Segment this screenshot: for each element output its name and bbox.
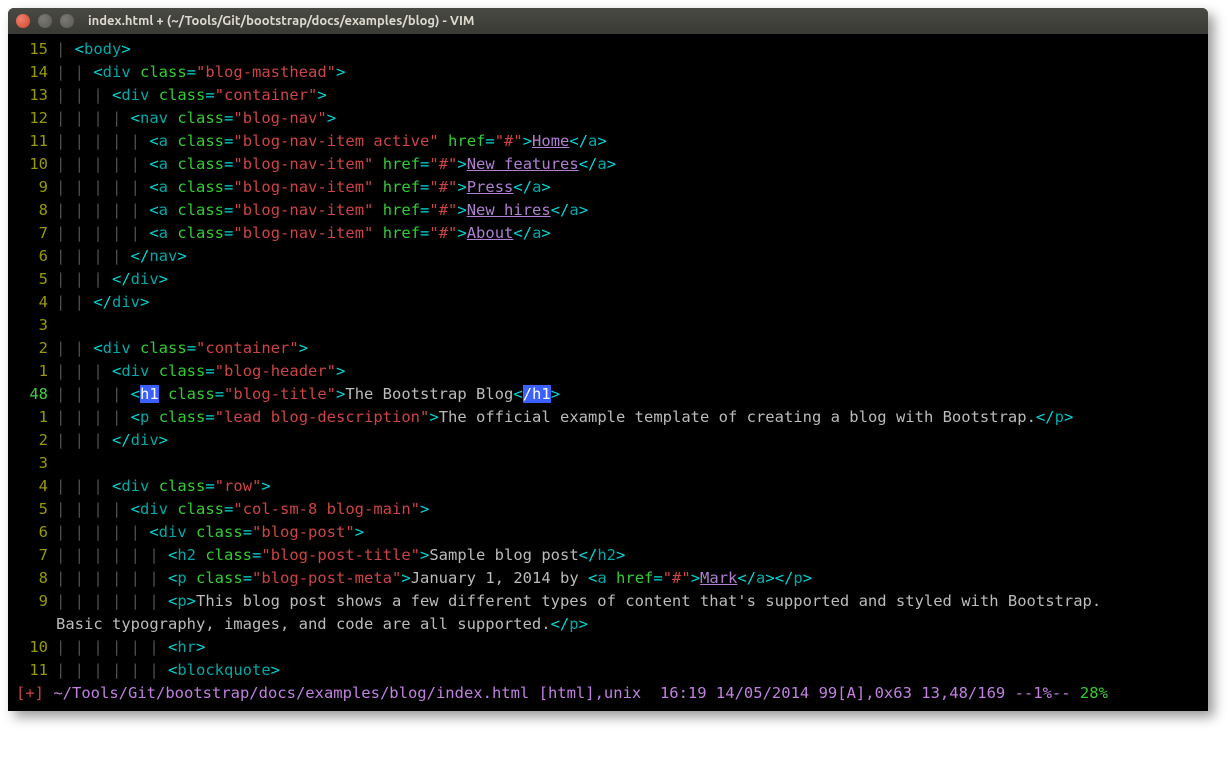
line-number: 6: [8, 521, 56, 544]
code-content: | | | | | | <p class="blog-post-meta">Ja…: [56, 567, 1208, 590]
percent-1: --1%--: [1015, 684, 1071, 702]
minimize-icon[interactable]: [38, 14, 52, 28]
line-number: 6: [8, 245, 56, 268]
code-line[interactable]: 10| | | | | | <hr>: [8, 636, 1208, 659]
line-number: 3: [8, 314, 56, 337]
code-line[interactable]: 7| | | | | | <h2 class="blog-post-title"…: [8, 544, 1208, 567]
code-content: | | <div class="blog-masthead">: [56, 61, 1208, 84]
code-content: | | | | | | <p>This blog post shows a fe…: [56, 590, 1208, 613]
editor-area[interactable]: 15| <body>14| | <div class="blog-masthea…: [8, 34, 1208, 711]
line-number: 12: [8, 107, 56, 130]
line-number: 13: [8, 84, 56, 107]
code-line[interactable]: Basic typography, images, and code are a…: [8, 613, 1208, 636]
line-number: 9: [8, 176, 56, 199]
code-content: | | | | </nav>: [56, 245, 1208, 268]
code-line[interactable]: 5| | | </div>: [8, 268, 1208, 291]
code-line[interactable]: 4| | | <div class="row">: [8, 475, 1208, 498]
code-line[interactable]: 13| | | <div class="container">: [8, 84, 1208, 107]
line-number: 7: [8, 222, 56, 245]
code-line[interactable]: 15| <body>: [8, 38, 1208, 61]
code-content: | | | | | <a class="blog-nav-item" href=…: [56, 176, 1208, 199]
code-content: | | | | <div class="col-sm-8 blog-main">: [56, 498, 1208, 521]
code-line[interactable]: 3: [8, 314, 1208, 337]
line-number: 8: [8, 199, 56, 222]
code-line[interactable]: 8| | | | | <a class="blog-nav-item" href…: [8, 199, 1208, 222]
code-content: | | | | | <a class="blog-nav-item" href=…: [56, 199, 1208, 222]
line-number: 9: [8, 590, 56, 613]
line-number: 15: [8, 38, 56, 61]
line-number: 4: [8, 475, 56, 498]
code-content: | <body>: [56, 38, 1208, 61]
code-line[interactable]: 8| | | | | | <p class="blog-post-meta">J…: [8, 567, 1208, 590]
code-line[interactable]: 10| | | | | <a class="blog-nav-item" hre…: [8, 153, 1208, 176]
code-content: | | | | <h1 class="blog-title">The Boots…: [56, 383, 1208, 406]
code-content: | | | </div>: [56, 268, 1208, 291]
code-line[interactable]: 9| | | | | | <p>This blog post shows a f…: [8, 590, 1208, 613]
code-line[interactable]: 11| | | | | <a class="blog-nav-item acti…: [8, 130, 1208, 153]
status-line: [+] ~/Tools/Git/bootstrap/docs/examples/…: [8, 682, 1208, 705]
line-number: 7: [8, 544, 56, 567]
line-number: 48: [8, 383, 56, 406]
code-content: | | | | | | <hr>: [56, 636, 1208, 659]
code-content: | | | <div class="blog-header">: [56, 360, 1208, 383]
line-number: 10: [8, 153, 56, 176]
line-number: 8: [8, 567, 56, 590]
maximize-icon[interactable]: [60, 14, 74, 28]
code-line[interactable]: 48| | | | <h1 class="blog-title">The Boo…: [8, 383, 1208, 406]
code-line[interactable]: 4| | </div>: [8, 291, 1208, 314]
close-icon[interactable]: [16, 14, 30, 28]
filetype: [html],unix: [539, 684, 642, 702]
line-number: 4: [8, 291, 56, 314]
line-number: 14: [8, 61, 56, 84]
line-number: 2: [8, 337, 56, 360]
code-line[interactable]: 11| | | | | | <blockquote>: [8, 659, 1208, 682]
code-line[interactable]: 14| | <div class="blog-masthead">: [8, 61, 1208, 84]
line-number: 5: [8, 268, 56, 291]
code-content: | | | </div>: [56, 429, 1208, 452]
code-line[interactable]: 2| | <div class="container">: [8, 337, 1208, 360]
code-content: | | | | | <a class="blog-nav-item" href=…: [56, 222, 1208, 245]
code-content: Basic typography, images, and code are a…: [56, 613, 1208, 636]
code-content: | | | | | | <blockquote>: [56, 659, 1208, 682]
code-content: [56, 452, 1208, 475]
code-content: | | | | | <div class="blog-post">: [56, 521, 1208, 544]
cursor-info: 99[A],0x63 13,48/169: [819, 684, 1006, 702]
line-number: [8, 613, 56, 636]
file-path: ~/Tools/Git/bootstrap/docs/examples/blog…: [53, 684, 529, 702]
code-line[interactable]: 6| | | | </nav>: [8, 245, 1208, 268]
code-line[interactable]: 7| | | | | <a class="blog-nav-item" href…: [8, 222, 1208, 245]
code-content: | | | <div class="container">: [56, 84, 1208, 107]
line-number: 11: [8, 659, 56, 682]
code-content: | | </div>: [56, 291, 1208, 314]
percent-2: 28%: [1080, 684, 1108, 702]
code-line[interactable]: 1| | | | <p class="lead blog-description…: [8, 406, 1208, 429]
code-content: | | | | | <a class="blog-nav-item active…: [56, 130, 1208, 153]
code-content: [56, 314, 1208, 337]
line-number: 1: [8, 360, 56, 383]
modified-flag: [+]: [16, 684, 44, 702]
code-line[interactable]: 5| | | | <div class="col-sm-8 blog-main"…: [8, 498, 1208, 521]
code-content: | | | | | <a class="blog-nav-item" href=…: [56, 153, 1208, 176]
code-content: | | | | <nav class="blog-nav">: [56, 107, 1208, 130]
code-content: | | | <div class="row">: [56, 475, 1208, 498]
code-line[interactable]: 9| | | | | <a class="blog-nav-item" href…: [8, 176, 1208, 199]
code-content: | | | | | | <h2 class="blog-post-title">…: [56, 544, 1208, 567]
code-content: | | <div class="container">: [56, 337, 1208, 360]
window-title: index.html + (~/Tools/Git/bootstrap/docs…: [88, 14, 474, 28]
code-line[interactable]: 6| | | | | <div class="blog-post">: [8, 521, 1208, 544]
line-number: 2: [8, 429, 56, 452]
vim-window: index.html + (~/Tools/Git/bootstrap/docs…: [8, 8, 1208, 711]
datetime: 16:19 14/05/2014: [660, 684, 809, 702]
code-line[interactable]: 3: [8, 452, 1208, 475]
line-number: 11: [8, 130, 56, 153]
code-content: | | | | <p class="lead blog-description"…: [56, 406, 1208, 429]
line-number: 5: [8, 498, 56, 521]
code-line[interactable]: 1| | | <div class="blog-header">: [8, 360, 1208, 383]
line-number: 1: [8, 406, 56, 429]
line-number: 10: [8, 636, 56, 659]
code-line[interactable]: 2| | | </div>: [8, 429, 1208, 452]
titlebar[interactable]: index.html + (~/Tools/Git/bootstrap/docs…: [8, 8, 1208, 34]
line-number: 3: [8, 452, 56, 475]
code-line[interactable]: 12| | | | <nav class="blog-nav">: [8, 107, 1208, 130]
